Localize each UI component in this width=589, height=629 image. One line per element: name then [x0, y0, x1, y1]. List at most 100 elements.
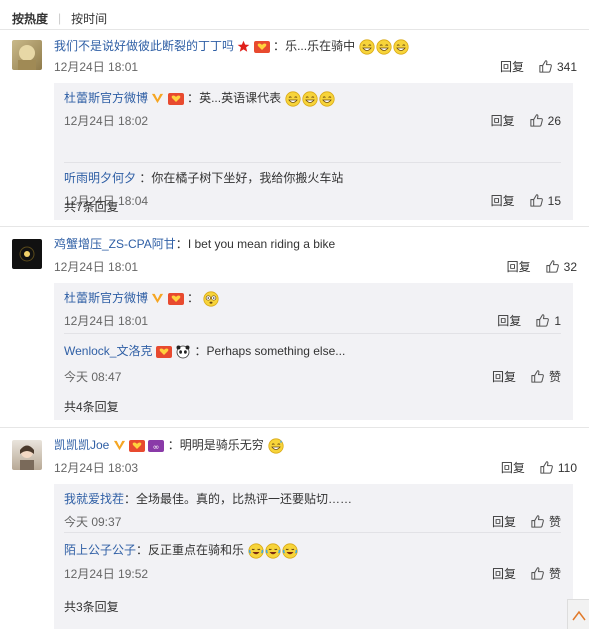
like-count: 26	[547, 113, 561, 128]
username[interactable]: 听雨明夕何夕	[64, 171, 136, 185]
timestamp: 12月24日 18:02	[64, 114, 149, 128]
timestamp: 12月24日 18:01	[64, 314, 149, 328]
reply-button[interactable]: 回复	[507, 258, 531, 275]
avatar[interactable]	[12, 40, 42, 70]
comment-text: 明明是骑乐无穷	[179, 438, 264, 452]
reply-meta: 今天 08:47 回复 赞	[64, 368, 561, 384]
reply-actions: 回复 赞	[492, 513, 561, 530]
timestamp: 12月24日 18:01	[54, 260, 139, 274]
reply-item: Wenlock_文洛克 ：Perhaps something else... 今…	[64, 343, 561, 393]
reply-content: 我就爱找茬：全场最佳。真的，比热评一还要贴切……	[64, 492, 353, 506]
reply-button[interactable]: 回复	[492, 565, 516, 582]
username[interactable]: 鸡蟹增压_ZS-CPA阿甘	[54, 237, 176, 251]
reply-button[interactable]: 回复	[491, 112, 515, 129]
heart-badge-icon	[129, 439, 145, 453]
timestamp: 12月24日 18:03	[54, 461, 139, 475]
comment-item: 我们不是说好做彼此断裂的丁丁吗 ：乐...乐在骑中 12月24日 18:01 回…	[0, 30, 589, 226]
thumbs-up-icon	[535, 313, 550, 328]
like-button[interactable]: 赞	[530, 513, 561, 530]
username[interactable]: 我们不是说好做彼此断裂的丁丁吗	[54, 39, 234, 53]
reply-content: 听雨明夕何夕 ：你在橘子树下坐好，我给你搬火车站	[64, 171, 344, 185]
reply-text: 英...英语课代表	[199, 91, 282, 105]
like-button[interactable]: 赞	[530, 368, 561, 385]
timestamp: 12月24日 18:01	[54, 60, 139, 74]
timestamp: 今天 08:47	[64, 370, 122, 384]
reply-button[interactable]: 回复	[500, 58, 524, 75]
laugh-emoji-icon	[302, 91, 318, 107]
reply-meta: 12月24日 18:04 回复 15	[64, 192, 561, 209]
reply-box: 杜蕾斯官方微博 ： 12月24日 18:01 回复 1 Wenlock_文洛克 …	[54, 283, 573, 420]
laugh-emoji-icon	[285, 91, 301, 107]
reply-content: 杜蕾斯官方微博 ：	[64, 290, 220, 307]
like-count: 赞	[548, 515, 561, 529]
reply-box: 杜蕾斯官方微博 ：英...英语课代表 12月24日 18:02 回复 26 听雨…	[54, 83, 573, 220]
reply-button[interactable]: 回复	[491, 192, 515, 209]
comment-actions: 回复 341	[500, 58, 577, 75]
like-button[interactable]: 341	[538, 59, 577, 74]
reply-box: 我就爱找茬：全场最佳。真的，比热评一还要贴切…… 今天 09:37 回复 赞 陌…	[54, 484, 573, 629]
divider	[64, 532, 561, 533]
comment-content: 鸡蟹增压_ZS-CPA阿甘：I bet you mean riding a bi…	[54, 237, 336, 251]
thumbs-up-icon	[538, 59, 553, 74]
reply-meta: 12月24日 19:52 回复 赞	[64, 565, 561, 581]
star-icon	[237, 40, 250, 53]
reply-meta: 今天 09:37 回复 赞	[64, 513, 561, 529]
reply-button[interactable]: 回复	[501, 459, 525, 476]
reply-button[interactable]: 回复	[497, 312, 521, 329]
reply-text: Perhaps something else...	[206, 344, 346, 358]
thumbs-up-icon	[529, 113, 544, 128]
verified-icon	[151, 292, 164, 305]
reply-text: 全场最佳。真的，比热评一还要贴切……	[136, 492, 353, 506]
sort-by-hot[interactable]: 按热度	[12, 10, 48, 27]
reply-content: Wenlock_文洛克 ：Perhaps something else...	[64, 344, 346, 359]
like-button[interactable]: 1	[535, 313, 561, 328]
reply-item: 我就爱找茬：全场最佳。真的，比热评一还要贴切…… 今天 09:37 回复 赞	[64, 491, 561, 541]
thumbs-up-icon	[530, 369, 545, 384]
reply-actions: 回复 1	[497, 312, 561, 329]
cry-laugh-emoji-icon	[282, 543, 298, 559]
like-count: 32	[563, 259, 577, 274]
like-count: 341	[556, 59, 577, 74]
more-replies-link[interactable]: 共4条回复	[64, 398, 119, 415]
cry-laugh-emoji-icon	[248, 543, 264, 559]
thumbs-up-icon	[530, 514, 545, 529]
laugh-emoji-icon	[319, 91, 335, 107]
reply-actions: 回复 赞	[492, 368, 561, 385]
username[interactable]: 凯凯凯Joe	[54, 438, 109, 452]
reply-button[interactable]: 回复	[492, 513, 516, 530]
comment-actions: 回复 110	[501, 459, 577, 476]
like-button[interactable]: 15	[529, 193, 561, 208]
thumbs-up-icon	[529, 193, 544, 208]
heart-badge-icon	[168, 292, 184, 306]
like-button[interactable]: 赞	[530, 565, 561, 582]
thumbs-up-icon	[545, 259, 560, 274]
more-replies-link[interactable]: 共3条回复	[64, 598, 119, 615]
username[interactable]: 我就爱找茬	[64, 492, 124, 506]
more-replies-link[interactable]: 共7条回复	[64, 198, 119, 215]
username[interactable]: 杜蕾斯官方微博	[64, 91, 148, 105]
reply-item: 陌上公子公子：反正重点在骑和乐 12月24日 19:52 回复 赞	[64, 542, 561, 592]
timestamp: 12月24日 19:52	[64, 567, 149, 581]
avatar[interactable]	[12, 440, 42, 470]
laugh-emoji-icon	[359, 39, 375, 55]
reply-button[interactable]: 回复	[492, 368, 516, 385]
username[interactable]: 陌上公子公子	[64, 543, 136, 557]
username[interactable]: 杜蕾斯官方微博	[64, 291, 148, 305]
sort-by-time[interactable]: 按时间	[71, 10, 107, 27]
reply-item: 杜蕾斯官方微博 ：英...英语课代表 12月24日 18:02 回复 26	[64, 90, 561, 140]
like-button[interactable]: 32	[545, 259, 577, 274]
svg-text:∞: ∞	[153, 442, 160, 451]
cry-laugh-emoji-icon	[265, 543, 281, 559]
avatar[interactable]	[12, 239, 42, 269]
reply-content: 陌上公子公子：反正重点在骑和乐	[64, 542, 298, 559]
like-count: 1	[554, 313, 561, 328]
verified-icon	[113, 439, 126, 452]
username[interactable]: Wenlock_文洛克	[64, 344, 152, 358]
divider	[64, 162, 561, 163]
like-button[interactable]: 110	[539, 460, 577, 475]
scroll-to-top-icon[interactable]	[567, 599, 589, 629]
like-button[interactable]: 26	[529, 113, 561, 128]
reply-actions: 回复 26	[491, 112, 561, 129]
sweat-laugh-emoji-icon	[268, 438, 284, 454]
comment-actions: 回复 32	[507, 258, 577, 275]
